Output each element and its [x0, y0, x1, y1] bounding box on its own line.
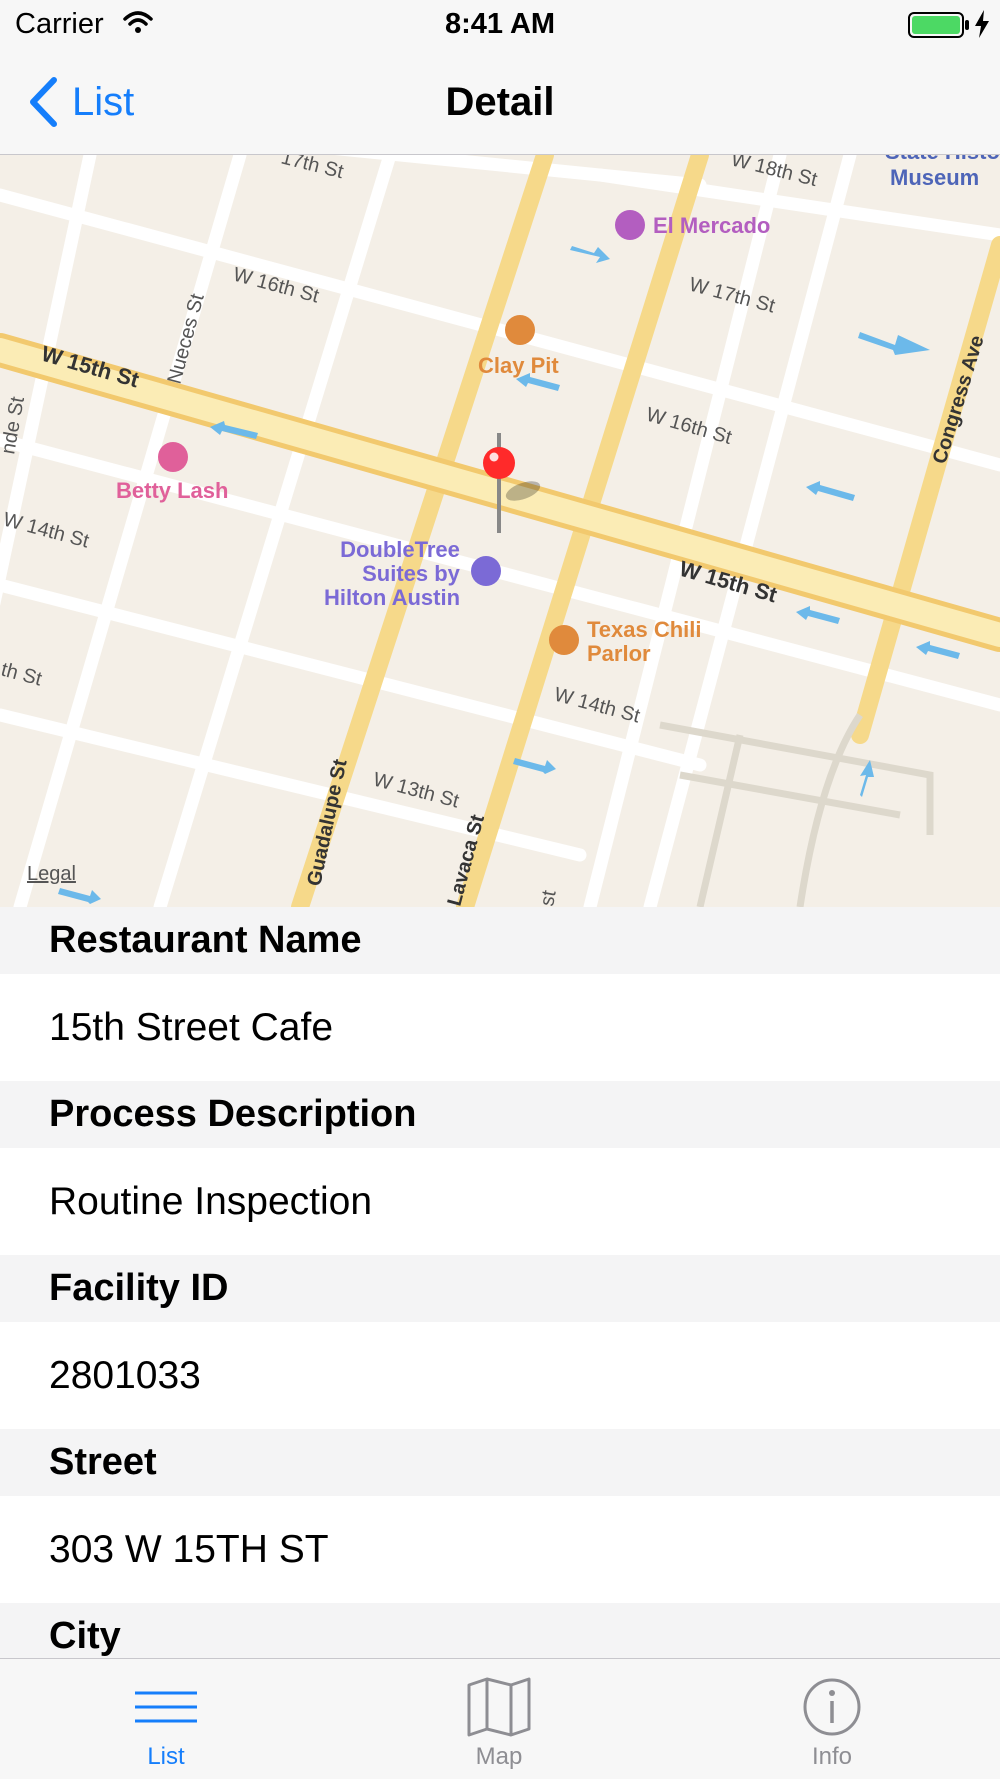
betty-lash-poi[interactable] [158, 442, 188, 472]
tab-label: Info [811, 1743, 853, 1770]
poi-label: Suites by [362, 561, 461, 586]
process-description-value: Routine Inspection [0, 1148, 1000, 1255]
map-icon [467, 1677, 531, 1737]
poi-label: Betty Lash [116, 478, 228, 503]
list-icon [135, 1691, 197, 1723]
legal-link[interactable]: Legal [27, 863, 76, 885]
facility-id-value: 2801033 [0, 1322, 1000, 1429]
info-icon [803, 1678, 861, 1736]
charging-bolt-icon [975, 10, 989, 38]
clay-pit-poi[interactable] [505, 315, 535, 345]
section-header-facility-id: Facility ID [0, 1255, 1000, 1322]
battery-icon [908, 12, 969, 38]
tab-list[interactable]: List [66, 1659, 266, 1779]
poi-label: Texas Chili [587, 617, 702, 642]
page-title: Detail [445, 80, 555, 124]
navigation-bar: List Detail [0, 50, 1000, 155]
poi-label: Museum [890, 165, 979, 190]
tab-label: Map [475, 1743, 523, 1770]
tab-label: List [147, 1743, 185, 1770]
poi-label: DoubleTree [340, 537, 460, 562]
el-mercado-poi[interactable] [615, 210, 645, 240]
tab-bar: List Map Info [0, 1658, 1000, 1779]
texas-chili-parlor-poi[interactable] [549, 625, 579, 655]
status-bar: Carrier 8:41 AM [0, 0, 1000, 50]
poi-label: Clay Pit [478, 353, 559, 378]
tab-map[interactable]: Map [399, 1659, 599, 1779]
doubletree-poi[interactable] [471, 556, 501, 586]
map-canvas[interactable]: El Mercado Clay Pit Betty Lash DoubleTre… [0, 155, 1000, 907]
street-value: 303 W 15TH ST [0, 1496, 1000, 1603]
detail-list: Restaurant Name 15th Street Cafe Process… [0, 907, 1000, 1670]
section-header-process-description: Process Description [0, 1081, 1000, 1148]
map-view[interactable]: El Mercado Clay Pit Betty Lash DoubleTre… [0, 155, 1000, 907]
poi-label: El Mercado [653, 213, 770, 238]
map-pin-icon[interactable] [483, 447, 515, 479]
poi-label: State Histo [885, 155, 1000, 164]
restaurant-name-value: 15th Street Cafe [0, 974, 1000, 1081]
status-time: 8:41 AM [444, 8, 556, 40]
poi-label: Parlor [587, 641, 651, 666]
tab-info[interactable]: Info [732, 1659, 932, 1779]
poi-label: Hilton Austin [324, 585, 460, 610]
section-header-restaurant-name: Restaurant Name [0, 907, 1000, 974]
section-header-street: Street [0, 1429, 1000, 1496]
